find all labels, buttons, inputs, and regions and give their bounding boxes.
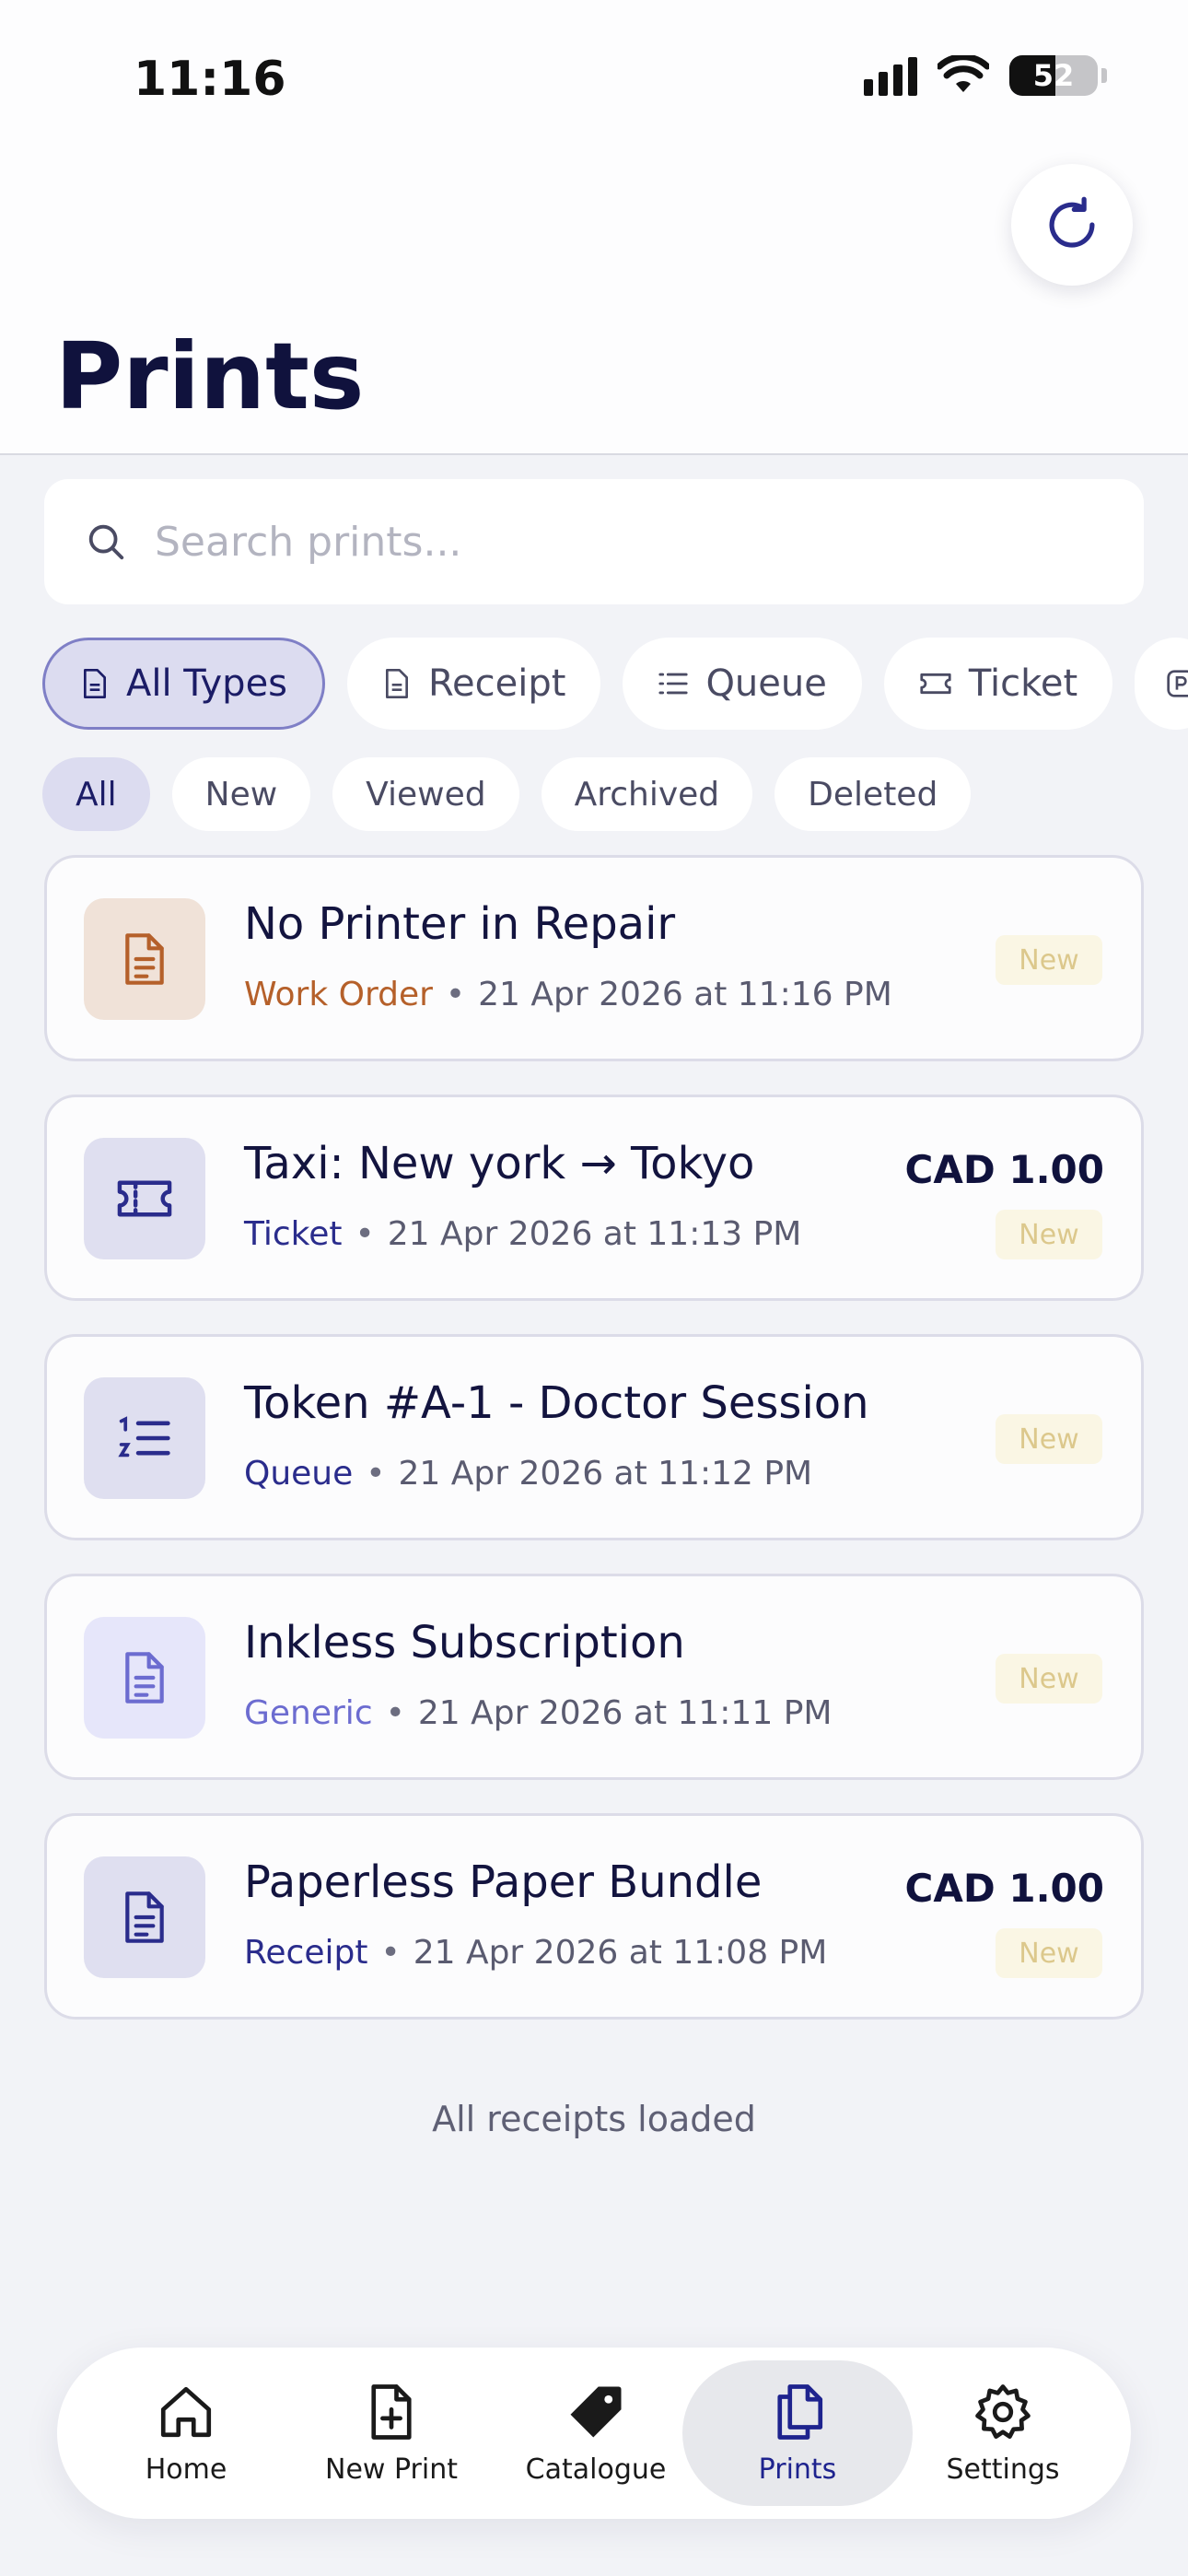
bottom-nav: Home New Print Catalogue Prints Settings: [57, 2348, 1131, 2519]
document-icon: [386, 668, 409, 698]
status-chip-new[interactable]: New: [171, 757, 311, 831]
print-meta: Work Order • 21 Apr 2026 at 11:16 PM: [244, 976, 892, 1013]
nav-label: Settings: [946, 2453, 1060, 2486]
new-document-icon: [371, 2383, 412, 2440]
queue-list-icon: [118, 1416, 170, 1458]
signal-icon: [864, 55, 917, 96]
type-chip-label: Receipt: [428, 662, 566, 705]
status-badge: New: [996, 935, 1102, 985]
print-date: 21 Apr 2026 at 11:16 PM: [478, 976, 892, 1013]
print-type-icon-box: [84, 898, 205, 1020]
nav-label: Catalogue: [525, 2453, 667, 2486]
tag-icon: [570, 2386, 622, 2437]
search-icon: [88, 524, 124, 560]
print-title: Token #A-1 - Doctor Session: [244, 1377, 869, 1429]
type-chip-all[interactable]: All Types: [42, 638, 326, 730]
print-card[interactable]: Paperless Paper Bundle Receipt • 21 Apr 20…: [44, 1813, 1144, 2020]
print-title: Inkless Subscription: [244, 1617, 685, 1669]
status-badge: New: [996, 1928, 1102, 1978]
list-end-message: All receipts loaded: [432, 2099, 756, 2139]
nav-catalogue[interactable]: Catalogue: [481, 2360, 711, 2506]
header: 11:16 52 Prints: [0, 0, 1188, 455]
home-icon: [160, 2386, 212, 2437]
status-chip-archived[interactable]: Archived: [541, 757, 753, 831]
print-date: 21 Apr 2026 at 11:13 PM: [387, 1215, 802, 1253]
nav-prints[interactable]: Prints: [682, 2360, 913, 2506]
status-chip-all[interactable]: All: [42, 757, 150, 831]
list-icon: [658, 673, 689, 695]
type-filter-row: All Types Receipt Queue Ticket: [42, 638, 1188, 730]
nav-settings[interactable]: Settings: [888, 2360, 1118, 2506]
search-bar[interactable]: [44, 479, 1144, 604]
battery-level: 52: [1032, 58, 1075, 93]
print-type: Work Order: [244, 976, 433, 1013]
type-chip-label: All Types: [126, 662, 288, 705]
print-date: 21 Apr 2026 at 11:11 PM: [417, 1694, 833, 1732]
document-icon: [125, 1891, 164, 1943]
ticket-icon: [920, 673, 951, 695]
type-chip-ticket[interactable]: Ticket: [883, 638, 1113, 730]
print-type-icon-box: [84, 1377, 205, 1499]
print-date: 21 Apr 2026 at 11:08 PM: [413, 1934, 828, 1972]
status-filter-row: All New Viewed Archived Deleted: [42, 757, 972, 831]
print-title: Paperless Paper Bundle: [244, 1856, 763, 1908]
print-meta: Queue • 21 Apr 2026 at 11:12 PM: [244, 1455, 813, 1493]
type-chip-queue[interactable]: Queue: [623, 638, 862, 730]
type-chip-receipt[interactable]: Receipt: [347, 638, 601, 730]
print-type: Receipt: [244, 1934, 368, 1972]
documents-icon: [777, 2383, 823, 2440]
document-icon: [125, 1652, 164, 1704]
search-input[interactable]: [155, 518, 1076, 566]
status-time: 11:16: [134, 52, 286, 107]
nav-label: Home: [145, 2453, 227, 2486]
refresh-icon: [1049, 196, 1095, 248]
nav-home[interactable]: Home: [71, 2360, 301, 2506]
page-title: Prints: [55, 322, 365, 430]
status-icons: 52: [864, 55, 1107, 96]
print-meta: Ticket • 21 Apr 2026 at 11:13 PM: [244, 1215, 802, 1253]
ticket-icon: [117, 1180, 172, 1217]
type-chip-label: Ticket: [968, 662, 1078, 705]
print-type: Queue: [244, 1455, 354, 1493]
print-card[interactable]: Taxi: New york → Tokyo Ticket • 21 Apr 202…: [44, 1095, 1144, 1301]
print-type-icon-box: [84, 1138, 205, 1259]
print-type-icon-box: [84, 1617, 205, 1739]
print-type: Generic: [244, 1694, 373, 1732]
nav-new-print[interactable]: New Print: [276, 2360, 507, 2506]
print-meta: Generic • 21 Apr 2026 at 11:11 PM: [244, 1694, 833, 1732]
print-card[interactable]: Inkless Subscription Generic • 21 Apr 2026…: [44, 1574, 1144, 1780]
nav-label: Prints: [758, 2453, 837, 2486]
status-badge: New: [996, 1654, 1102, 1704]
status-badge: New: [996, 1414, 1102, 1464]
refresh-button[interactable]: [1011, 164, 1133, 286]
print-type-icon-box: [84, 1856, 205, 1978]
print-amount: CAD 1.00: [904, 1866, 1104, 1911]
print-title: No Printer in Repair: [244, 898, 676, 950]
parking-tag-icon: [1167, 670, 1188, 697]
print-title: Taxi: New york → Tokyo: [244, 1138, 755, 1189]
wifi-icon: [938, 55, 989, 92]
battery-icon: 52: [1009, 55, 1098, 96]
document-icon: [84, 668, 106, 698]
type-chip-more[interactable]: [1135, 638, 1188, 730]
status-chip-viewed[interactable]: Viewed: [332, 757, 519, 831]
print-card[interactable]: Token #A-1 - Doctor Session Queue • 21 Apr…: [44, 1334, 1144, 1540]
print-card[interactable]: No Printer in Repair Work Order • 21 Apr 2…: [44, 855, 1144, 1061]
document-icon: [125, 933, 164, 985]
gear-icon: [975, 2383, 1031, 2439]
status-badge: New: [996, 1210, 1102, 1259]
print-date: 21 Apr 2026 at 11:12 PM: [398, 1455, 813, 1493]
print-amount: CAD 1.00: [904, 1147, 1104, 1192]
type-chip-label: Queue: [705, 662, 827, 705]
status-chip-deleted[interactable]: Deleted: [775, 757, 972, 831]
nav-label: New Print: [325, 2453, 458, 2486]
print-type: Ticket: [244, 1215, 343, 1253]
print-meta: Receipt • 21 Apr 2026 at 11:08 PM: [244, 1934, 828, 1972]
